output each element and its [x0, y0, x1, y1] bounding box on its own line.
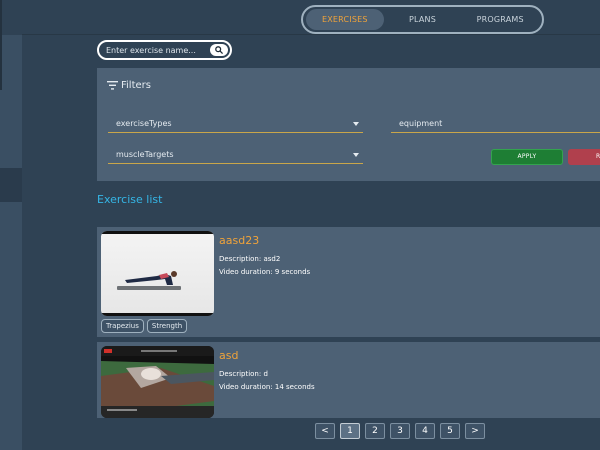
page-button-4[interactable]: 4: [415, 423, 435, 439]
equipment-label: equipment: [399, 119, 443, 128]
page-button-3[interactable]: 3: [390, 423, 410, 439]
nav-tabs: EXERCISES PLANS PROGRAMS: [301, 5, 544, 34]
exercise-card[interactable]: asd Description: d Video duration: 14 se…: [97, 342, 600, 418]
chevron-down-icon: [353, 153, 359, 157]
filters-header[interactable]: Filters: [107, 80, 151, 91]
exercise-list-title: Exercise list: [97, 193, 163, 206]
reset-button[interactable]: R: [568, 149, 600, 165]
filters-panel: Filters exerciseTypes equipment muscleTa…: [97, 68, 600, 181]
sidebar: [0, 0, 22, 450]
exercise-duration: Video duration: 14 seconds: [219, 383, 315, 391]
tab-exercises[interactable]: EXERCISES: [306, 9, 384, 30]
tag-badge: Strength: [146, 319, 188, 333]
page-button-2[interactable]: 2: [365, 423, 385, 439]
sidebar-edge: [0, 0, 2, 90]
chevron-down-icon: [353, 122, 359, 126]
search-button[interactable]: [210, 44, 228, 56]
search-input[interactable]: [106, 45, 206, 55]
exercise-video-thumbnail[interactable]: [101, 231, 214, 316]
tab-plans[interactable]: PLANS: [384, 9, 462, 30]
muscle-targets-label: muscleTargets: [116, 150, 174, 159]
filter-icon: [107, 81, 118, 90]
pagination: < 1 2 3 4 5 >: [315, 423, 485, 439]
exercise-description: Description: asd2: [219, 255, 281, 263]
sidebar-item[interactable]: [0, 168, 22, 202]
exercise-description: Description: d: [219, 370, 268, 378]
exercise-card[interactable]: aasd23 Description: asd2 Video duration:…: [97, 227, 600, 337]
sidebar-top: [0, 0, 22, 35]
exercise-tags: Trapezius Strength: [101, 319, 188, 333]
top-bar: EXERCISES PLANS PROGRAMS: [22, 0, 600, 35]
prev-page-button[interactable]: <: [315, 423, 335, 439]
exercise-types-select[interactable]: exerciseTypes: [108, 117, 363, 133]
page-button-5[interactable]: 5: [440, 423, 460, 439]
apply-button[interactable]: APPLY: [491, 149, 563, 165]
equipment-select[interactable]: equipment: [391, 117, 600, 133]
tab-programs[interactable]: PROGRAMS: [461, 9, 539, 30]
filters-title: Filters: [121, 80, 151, 91]
exercise-video-thumbnail[interactable]: [101, 346, 214, 418]
muscle-targets-select[interactable]: muscleTargets: [108, 148, 363, 164]
tag-badge: Trapezius: [101, 319, 144, 333]
search-icon: [215, 46, 223, 54]
page-button-1[interactable]: 1: [340, 423, 360, 439]
search-box: [97, 40, 232, 60]
exercise-title[interactable]: asd: [219, 349, 238, 362]
next-page-button[interactable]: >: [465, 423, 485, 439]
exercise-types-label: exerciseTypes: [116, 119, 172, 128]
exercise-duration: Video duration: 9 seconds: [219, 268, 311, 276]
exercise-title[interactable]: aasd23: [219, 234, 259, 247]
